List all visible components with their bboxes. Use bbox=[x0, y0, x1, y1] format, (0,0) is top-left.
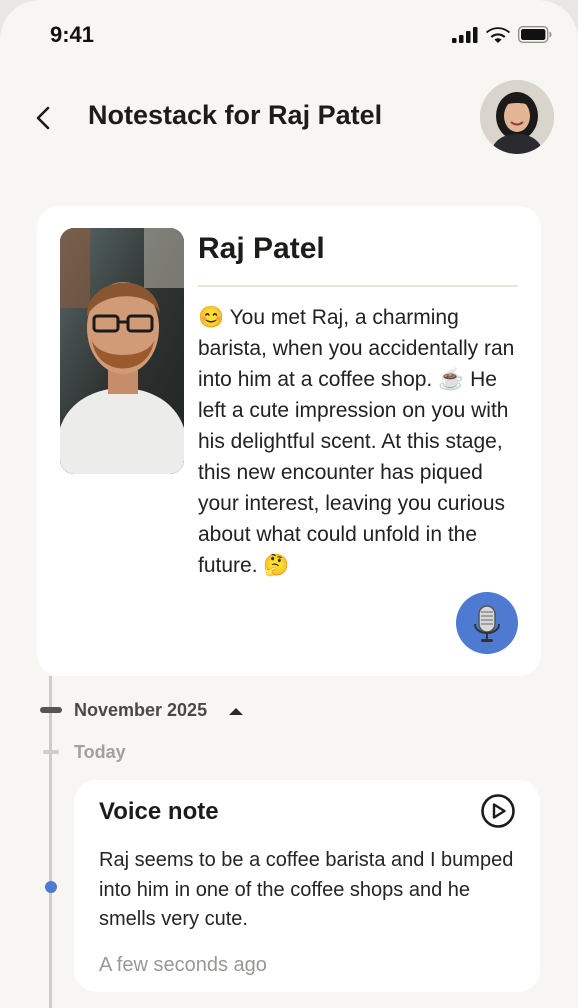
wifi-icon bbox=[486, 27, 510, 43]
note-text: Raj seems to be a coffee barista and I b… bbox=[99, 849, 514, 930]
profile-bio: 😊 You met Raj, a charming barista, when … bbox=[198, 306, 515, 577]
profile-name: Raj Patel bbox=[198, 232, 325, 265]
signal-icon bbox=[452, 26, 478, 43]
status-bar: 9:41 bbox=[0, 0, 578, 70]
user-avatar[interactable] bbox=[480, 80, 554, 154]
voice-note-card[interactable]: Voice note Raj seems to be a coffee bari… bbox=[74, 780, 540, 992]
microphone-icon bbox=[474, 605, 500, 642]
back-button[interactable] bbox=[28, 100, 60, 136]
chevron-left-icon bbox=[36, 106, 50, 130]
status-time: 9:41 bbox=[50, 22, 95, 47]
timeline-day-marker bbox=[43, 750, 59, 754]
profile-card: Raj Patel 😊 You met Raj, a charming bari… bbox=[37, 206, 541, 676]
timeline-day-label: Today bbox=[74, 742, 126, 762]
note-timestamp: A few seconds ago bbox=[99, 954, 267, 976]
play-button[interactable] bbox=[480, 793, 516, 829]
avatar-image bbox=[480, 80, 554, 154]
timeline-month-marker bbox=[40, 707, 62, 713]
divider bbox=[198, 285, 518, 287]
header: Notestack for Raj Patel bbox=[0, 80, 578, 160]
note-title: Voice note bbox=[99, 798, 219, 825]
record-voice-button[interactable] bbox=[456, 592, 518, 654]
profile-photo bbox=[60, 228, 184, 474]
status-icons bbox=[452, 26, 552, 43]
play-icon bbox=[481, 794, 515, 828]
profile-photo-image bbox=[60, 228, 184, 474]
timeline-month-label[interactable]: November 2025 bbox=[74, 700, 207, 721]
caret-up-icon[interactable] bbox=[228, 706, 244, 716]
page-title: Notestack for Raj Patel bbox=[88, 100, 383, 130]
timeline-line bbox=[49, 676, 52, 1008]
battery-icon bbox=[518, 26, 552, 43]
timeline-dot bbox=[45, 881, 57, 893]
phone-screen: 9:41 Notestack for Raj Patel Raj Patel 😊… bbox=[0, 0, 578, 1008]
